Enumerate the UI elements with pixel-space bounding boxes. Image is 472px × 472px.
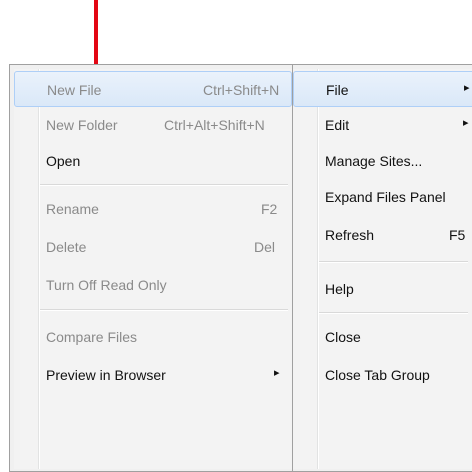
menu-item-turn-off-read-only[interactable]: Turn Off Read Only: [14, 267, 292, 303]
menu-item-help[interactable]: Help: [293, 271, 472, 307]
menu-item-manage-sites[interactable]: Manage Sites...: [293, 143, 472, 179]
menu-item-expand-files-panel[interactable]: Expand Files Panel: [293, 179, 472, 215]
menu-separator: [40, 309, 288, 311]
menu-item-shortcut: Del: [254, 239, 276, 255]
menu-separator: [40, 184, 288, 186]
panel-options-menu: File ▸ Edit ▸ Manage Sites... Expand Fil…: [293, 69, 472, 469]
menu-item-label: Turn Off Read Only: [46, 277, 167, 293]
menu-item-delete[interactable]: Delete Del: [14, 229, 292, 265]
menu-item-shortcut: Ctrl+Shift+N: [203, 82, 280, 98]
menu-item-label: Rename: [46, 201, 99, 217]
menu-item-label: Preview in Browser: [46, 367, 166, 383]
menu-item-label: New File: [47, 82, 102, 98]
menu-item-close[interactable]: Close: [293, 319, 472, 355]
menu-item-refresh[interactable]: Refresh F5: [293, 217, 472, 253]
menu-item-label: Edit: [325, 117, 350, 133]
menu-item-edit[interactable]: Edit ▸: [293, 107, 472, 143]
menu-item-new-folder[interactable]: New Folder Ctrl+Alt+Shift+N: [14, 107, 292, 143]
menu-item-label: Expand Files Panel: [325, 189, 446, 205]
menu-item-shortcut: F2: [261, 201, 278, 217]
menu-separator: [319, 312, 468, 314]
menu-item-label: Refresh: [325, 227, 375, 243]
submenu-arrow-icon: ▸: [274, 367, 280, 379]
submenu-arrow-icon: ▸: [464, 82, 470, 94]
menu-item-close-tab-group[interactable]: Close Tab Group: [293, 357, 472, 393]
menu-item-label: Compare Files: [46, 329, 138, 345]
submenu-arrow-icon: ▸: [463, 117, 469, 129]
files-context-menu: New File Ctrl+Shift+N New Folder Ctrl+Al…: [14, 69, 292, 469]
menu-item-shortcut: Ctrl+Alt+Shift+N: [164, 117, 265, 133]
menu-item-label: Help: [325, 281, 354, 297]
menu-item-open[interactable]: Open: [14, 143, 292, 179]
menu-item-preview-in-browser[interactable]: Preview in Browser ▸: [14, 357, 292, 393]
menu-item-label: Delete: [46, 239, 87, 255]
menu-item-label: File: [326, 82, 349, 98]
menu-item-label: Open: [46, 153, 81, 169]
menu-item-label: New Folder: [46, 117, 118, 133]
menu-item-label: Close Tab Group: [325, 367, 430, 383]
menu-item-shortcut: F5: [449, 227, 466, 243]
menu-item-label: Close: [325, 329, 361, 345]
menu-item-file[interactable]: File ▸: [293, 71, 472, 107]
menu-item-new-file[interactable]: New File Ctrl+Shift+N: [14, 71, 292, 107]
menu-separator: [319, 261, 468, 263]
menu-item-compare-files[interactable]: Compare Files: [14, 319, 292, 355]
menu-item-rename[interactable]: Rename F2: [14, 191, 292, 227]
menu-item-label: Manage Sites...: [325, 153, 423, 169]
